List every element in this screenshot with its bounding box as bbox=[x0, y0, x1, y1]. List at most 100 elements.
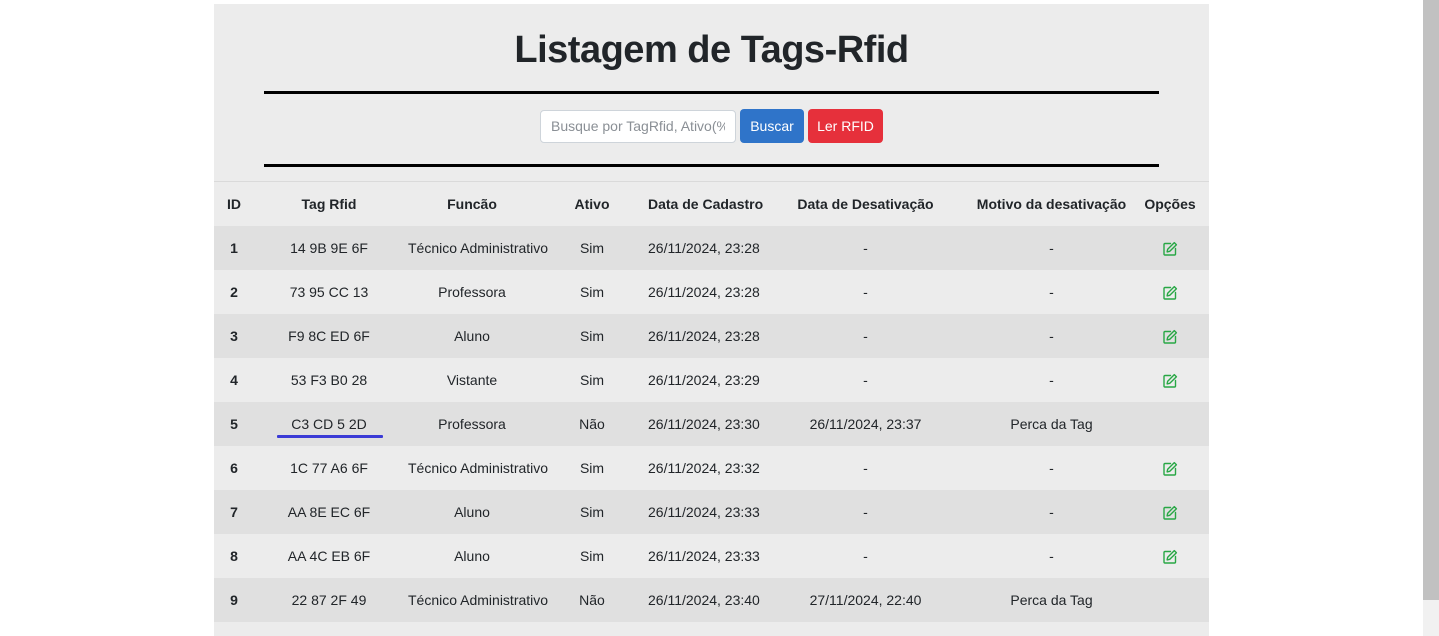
cell-tag-rfid: 53 F3 B0 28 bbox=[290, 372, 368, 388]
cell-data-desativacao: - bbox=[863, 460, 868, 476]
table-row: 5 C3 CD 5 2D Professora Não 26/11/2024, 23:3… bbox=[214, 402, 1209, 446]
cell-id: 5 bbox=[230, 416, 238, 432]
table-row: 7 AA 8E EC 6F Aluno Sim 26/11/2024, 23:33 - - bbox=[214, 490, 1209, 534]
cell-data-desativacao: - bbox=[863, 548, 868, 564]
cell-data-cadastro: 26/11/2024, 23:32 bbox=[648, 460, 760, 476]
scrollbar-thumb[interactable] bbox=[1423, 0, 1439, 600]
cell-opcoes bbox=[1131, 402, 1209, 446]
cell-opcoes bbox=[1131, 226, 1209, 270]
edit-icon[interactable] bbox=[1162, 549, 1178, 565]
divider-top bbox=[264, 91, 1159, 94]
cell-data-cadastro: 26/11/2024, 23:28 bbox=[648, 328, 760, 344]
cell-motivo: - bbox=[1049, 284, 1054, 300]
cell-id: 2 bbox=[230, 284, 238, 300]
cell-funcao: Vistante bbox=[446, 372, 498, 388]
cell-data-desativacao: - bbox=[863, 372, 868, 388]
table-row: 2 73 95 CC 13 Professora Sim 26/11/2024, 23:… bbox=[214, 270, 1209, 314]
divider-bottom bbox=[264, 164, 1159, 167]
cell-funcao: Técnico Administrativo bbox=[408, 460, 549, 476]
edit-icon[interactable] bbox=[1162, 461, 1178, 477]
highlighted-tag: C3 CD 5 2D bbox=[277, 416, 383, 438]
cell-tag-rfid: AA 8E EC 6F bbox=[287, 504, 371, 520]
search-input[interactable] bbox=[540, 109, 736, 143]
cell-data-cadastro: 26/11/2024, 23:40 bbox=[648, 592, 760, 608]
cell-opcoes bbox=[1131, 270, 1209, 314]
search-button[interactable]: Buscar bbox=[740, 109, 804, 143]
cell-data-desativacao: - bbox=[863, 504, 868, 520]
tags-table: ID Tag Rfid Funcão Ativo Data de Cadastr… bbox=[214, 181, 1209, 622]
header-id: ID bbox=[214, 181, 254, 226]
search-bar: Buscar Ler RFID bbox=[214, 109, 1209, 143]
header-ativo: Ativo bbox=[540, 181, 644, 226]
edit-icon[interactable] bbox=[1162, 373, 1178, 389]
cell-motivo: - bbox=[1049, 372, 1054, 388]
cell-ativo: Sim bbox=[579, 548, 605, 564]
cell-id: 9 bbox=[230, 592, 238, 608]
table-row: 1 14 9B 9E 6F Técnico Administrativo Sim 26/… bbox=[214, 226, 1209, 270]
cell-motivo: - bbox=[1049, 548, 1054, 564]
cell-tag-rfid: 14 9B 9E 6F bbox=[290, 240, 368, 256]
cell-tag-rfid: AA 4C EB 6F bbox=[287, 548, 371, 564]
header-motivo: Motivo da desativação bbox=[972, 181, 1131, 226]
table-row: 3 F9 8C ED 6F Aluno Sim 26/11/2024, 23:28 - - bbox=[214, 314, 1209, 358]
cell-motivo: - bbox=[1049, 328, 1054, 344]
page-title: Listagem de Tags-Rfid bbox=[514, 29, 909, 71]
cell-data-cadastro: 26/11/2024, 23:30 bbox=[648, 416, 760, 432]
cell-funcao: Aluno bbox=[454, 328, 490, 344]
cell-ativo: Sim bbox=[579, 328, 605, 344]
annotation-underline bbox=[277, 435, 383, 438]
cell-data-cadastro: 26/11/2024, 23:33 bbox=[648, 548, 760, 564]
cell-id: 1 bbox=[230, 240, 238, 256]
edit-icon[interactable] bbox=[1162, 241, 1178, 257]
cell-motivo: - bbox=[1049, 240, 1054, 256]
cell-id: 3 bbox=[230, 328, 238, 344]
cell-tag-rfid: 22 87 2F 49 bbox=[291, 592, 367, 608]
edit-icon[interactable] bbox=[1162, 505, 1178, 521]
read-rfid-button[interactable]: Ler RFID bbox=[808, 109, 883, 143]
cell-data-cadastro: 26/11/2024, 23:28 bbox=[648, 284, 760, 300]
cell-ativo: Não bbox=[579, 416, 605, 432]
table-header-row: ID Tag Rfid Funcão Ativo Data de Cadastr… bbox=[214, 181, 1209, 226]
cell-ativo: Não bbox=[579, 592, 605, 608]
cell-id: 6 bbox=[230, 460, 238, 476]
cell-opcoes bbox=[1131, 578, 1209, 622]
tag-text: C3 CD 5 2D bbox=[291, 416, 367, 432]
cell-ativo: Sim bbox=[579, 372, 605, 388]
cell-opcoes bbox=[1131, 446, 1209, 490]
cell-tag-rfid: F9 8C ED 6F bbox=[288, 328, 370, 344]
table-row: 4 53 F3 B0 28 Vistante Sim 26/11/2024, 23:29… bbox=[214, 358, 1209, 402]
header-tag-rfid: Tag Rfid bbox=[254, 181, 404, 226]
cell-id: 7 bbox=[230, 504, 238, 520]
cell-opcoes bbox=[1131, 490, 1209, 534]
cell-motivo: Perca da Tag bbox=[1010, 416, 1093, 432]
cell-data-desativacao: - bbox=[863, 284, 868, 300]
table-row: 9 22 87 2F 49 Técnico Administrativo Não 26/… bbox=[214, 578, 1209, 622]
cell-ativo: Sim bbox=[579, 460, 605, 476]
cell-tag-rfid: 1C 77 A6 6F bbox=[290, 460, 368, 476]
cell-ativo: Sim bbox=[579, 504, 605, 520]
cell-tag-rfid: 73 95 CC 13 bbox=[289, 284, 369, 300]
cell-motivo: - bbox=[1049, 504, 1054, 520]
cell-ativo: Sim bbox=[579, 284, 605, 300]
table-row: 6 1C 77 A6 6F Técnico Administrativo Sim 26/… bbox=[214, 446, 1209, 490]
header-data-desativacao: Data de Desativação bbox=[759, 181, 972, 226]
cell-funcao: Professora bbox=[438, 284, 506, 300]
cell-data-cadastro: 26/11/2024, 23:33 bbox=[648, 504, 760, 520]
header-data-cadastro: Data de Cadastro bbox=[644, 181, 763, 226]
main-panel: Listagem de Tags-Rfid Buscar Ler RFID ID… bbox=[214, 4, 1209, 636]
cell-data-desativacao: - bbox=[863, 240, 868, 256]
cell-data-cadastro: 26/11/2024, 23:29 bbox=[648, 372, 760, 388]
scrollbar[interactable] bbox=[1423, 0, 1439, 636]
edit-icon[interactable] bbox=[1162, 329, 1178, 345]
cell-ativo: Sim bbox=[579, 240, 605, 256]
cell-funcao: Técnico Administrativo bbox=[408, 240, 549, 256]
cell-opcoes bbox=[1131, 314, 1209, 358]
edit-icon[interactable] bbox=[1162, 285, 1178, 301]
cell-opcoes bbox=[1131, 358, 1209, 402]
table-row: 8 AA 4C EB 6F Aluno Sim 26/11/2024, 23:33 - - bbox=[214, 534, 1209, 578]
cell-id: 4 bbox=[230, 372, 238, 388]
cell-funcao: Aluno bbox=[454, 504, 490, 520]
cell-funcao: Professora bbox=[438, 416, 506, 432]
cell-tag-rfid: C3 CD 5 2D bbox=[254, 402, 404, 446]
cell-opcoes bbox=[1131, 534, 1209, 578]
